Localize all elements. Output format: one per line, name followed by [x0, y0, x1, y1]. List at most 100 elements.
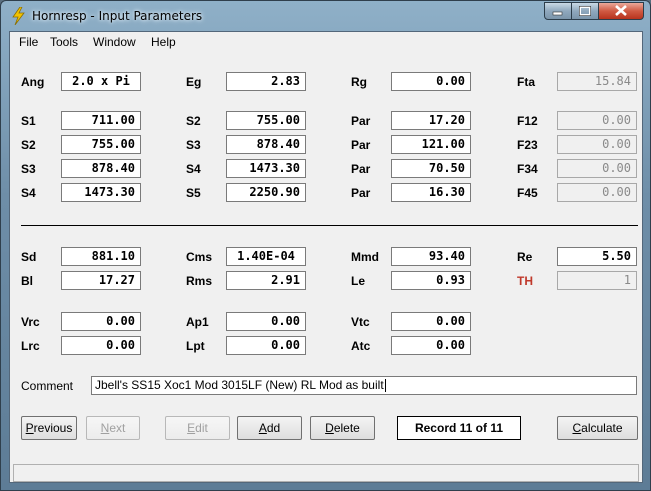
field-mmd[interactable]: 93.40 — [391, 247, 471, 266]
close-button[interactable] — [598, 2, 644, 20]
delete-accel: D — [325, 421, 334, 435]
maximize-icon — [579, 5, 591, 16]
label-atc: Atc — [351, 339, 371, 353]
edit-button[interactable]: Edit — [165, 416, 230, 440]
menu-window[interactable]: Window — [93, 35, 136, 49]
previous-accel: P — [25, 421, 34, 435]
field-re[interactable]: 5.50 — [557, 247, 637, 266]
field-lpt[interactable]: 0.00 — [226, 336, 306, 355]
label-le: Le — [351, 274, 366, 288]
label-vrc: Vrc — [21, 315, 40, 329]
label-mmd: Mmd — [351, 250, 379, 264]
field-s4-row4[interactable]: 1473.30 — [61, 183, 141, 202]
field-th: 1 — [557, 271, 637, 290]
minimize-icon — [552, 11, 563, 16]
add-button[interactable]: Add — [237, 416, 302, 440]
field-ang[interactable]: 2.0 x Pi — [61, 72, 141, 91]
field-s3[interactable]: 878.40 — [226, 135, 306, 154]
delete-label: elete — [333, 421, 360, 435]
field-ap1[interactable]: 0.00 — [226, 312, 306, 331]
menu-tools[interactable]: Tools — [50, 35, 78, 49]
field-s5[interactable]: 2250.90 — [226, 183, 306, 202]
next-label: ext — [109, 421, 126, 435]
maximize-button[interactable] — [571, 2, 599, 20]
field-vrc[interactable]: 0.00 — [61, 312, 141, 331]
field-vtc[interactable]: 0.00 — [391, 312, 471, 331]
section-divider — [21, 225, 638, 226]
label-eg: Eg — [186, 75, 202, 89]
field-par1[interactable]: 17.20 — [391, 111, 471, 130]
menu-file[interactable]: File — [19, 35, 38, 49]
label-s2: S2 — [21, 138, 36, 152]
field-lrc[interactable]: 0.00 — [61, 336, 141, 355]
previous-button[interactable]: Previous — [21, 416, 77, 440]
label-par3: Par — [351, 162, 371, 176]
label-bl: Bl — [21, 274, 33, 288]
field-sd[interactable]: 881.10 — [61, 247, 141, 266]
field-rms[interactable]: 2.91 — [226, 271, 306, 290]
label-vtc: Vtc — [351, 315, 370, 329]
close-icon — [615, 5, 627, 16]
field-eg[interactable]: 2.83 — [226, 72, 306, 91]
field-rg[interactable]: 0.00 — [391, 72, 471, 91]
comment-input[interactable]: Jbell's SS15 Xoc1 Mod 3015LF (New) RL Mo… — [91, 376, 637, 395]
field-s1[interactable]: 711.00 — [61, 111, 141, 130]
field-s3-row3[interactable]: 878.40 — [61, 159, 141, 178]
field-atc[interactable]: 0.00 — [391, 336, 471, 355]
field-par2[interactable]: 121.00 — [391, 135, 471, 154]
field-cms[interactable]: 1.40E-04 — [226, 247, 306, 266]
record-indicator: Record 11 of 11 — [397, 416, 521, 440]
add-label: dd — [266, 421, 281, 435]
status-bar — [13, 464, 639, 482]
field-s2[interactable]: 755.00 — [226, 111, 306, 130]
field-s4[interactable]: 1473.30 — [226, 159, 306, 178]
field-par3[interactable]: 70.50 — [391, 159, 471, 178]
menu-bar: File Tools Window Help — [10, 32, 642, 52]
label-f45: F45 — [517, 186, 538, 200]
previous-label: revious — [33, 421, 73, 435]
label-th[interactable]: TH — [517, 274, 533, 288]
label-lpt: Lpt — [186, 339, 205, 353]
app-window: Hornresp - Input Parameters File Tools W… — [0, 0, 651, 491]
label-s5: S5 — [186, 186, 201, 200]
menu-help[interactable]: Help — [151, 35, 176, 49]
label-f12: F12 — [517, 114, 538, 128]
label-s2: S2 — [186, 114, 201, 128]
field-f23: 0.00 — [557, 135, 637, 154]
label-cms: Cms — [186, 250, 213, 264]
minimize-button[interactable] — [544, 2, 572, 20]
calculate-accel: C — [572, 421, 582, 435]
field-par4[interactable]: 16.30 — [391, 183, 471, 202]
label-ang: Ang — [21, 75, 45, 89]
next-button[interactable]: Next — [86, 416, 140, 440]
label-ap1: Ap1 — [186, 315, 209, 329]
comment-text: Jbell's SS15 Xoc1 Mod 3015LF (New) RL Mo… — [95, 378, 384, 392]
label-par1: Par — [351, 114, 371, 128]
calculate-button[interactable]: Calculate — [557, 416, 638, 440]
label-s4: S4 — [186, 162, 201, 176]
label-lrc: Lrc — [21, 339, 40, 353]
label-fta: Fta — [517, 75, 535, 89]
add-accel: A — [258, 421, 267, 435]
label-comment: Comment — [21, 379, 74, 393]
client-area: File Tools Window Help Ang 2.0 x Pi Eg 2… — [9, 31, 643, 483]
label-sd: Sd — [21, 250, 37, 264]
field-s2-row2[interactable]: 755.00 — [61, 135, 141, 154]
lightning-icon — [12, 7, 25, 25]
label-rg: Rg — [351, 75, 367, 89]
label-s3: S3 — [21, 162, 36, 176]
title-bar[interactable]: Hornresp - Input Parameters — [1, 1, 650, 31]
edit-accel: E — [187, 421, 196, 435]
field-le[interactable]: 0.93 — [391, 271, 471, 290]
text-caret — [384, 379, 386, 393]
label-re: Re — [517, 250, 533, 264]
field-f45: 0.00 — [557, 183, 637, 202]
label-par2: Par — [351, 138, 371, 152]
field-bl[interactable]: 17.27 — [61, 271, 141, 290]
label-s4: S4 — [21, 186, 36, 200]
field-f12: 0.00 — [557, 111, 637, 130]
edit-label: dit — [195, 421, 208, 435]
label-rms: Rms — [186, 274, 213, 288]
label-f23: F23 — [517, 138, 538, 152]
delete-button[interactable]: Delete — [310, 416, 375, 440]
